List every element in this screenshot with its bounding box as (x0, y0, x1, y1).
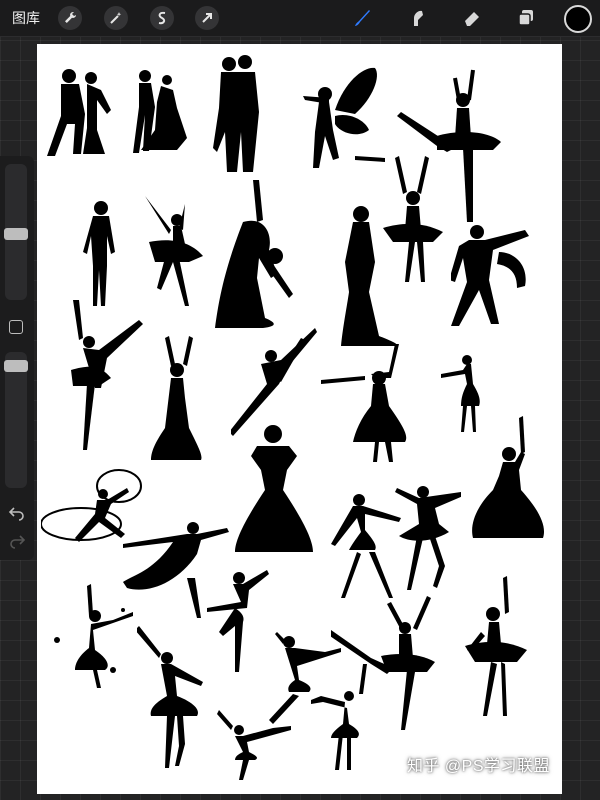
flamenco-dancer-silhouette (145, 334, 211, 462)
rising-ballerina-silhouette (137, 624, 217, 772)
ink-splash-ballerina-silhouette (51, 580, 133, 692)
bow-pose-silhouette (307, 664, 377, 774)
smudge-icon[interactable] (404, 4, 432, 32)
tutu-ballerina-silhouette (319, 344, 415, 464)
fairy-silhouette (295, 64, 391, 184)
embracing-couple-silhouette (207, 52, 267, 176)
ballerina-jump-silhouette (389, 476, 461, 594)
undo-arrow-icon[interactable] (8, 506, 26, 524)
couple-dance-silhouette (45, 66, 117, 158)
opacity-slider[interactable] (4, 352, 28, 488)
spanish-dress-dancer-silhouette (471, 414, 551, 548)
brush-size-handle[interactable] (4, 228, 28, 240)
split-leap-silhouette (231, 326, 317, 438)
small-jump-silhouette (217, 708, 291, 782)
redo-arrow-icon[interactable] (8, 534, 26, 552)
magic-wand-icon[interactable] (104, 6, 128, 30)
transform-arrow-icon[interactable] (195, 6, 219, 30)
watermark-text: 知乎 @PS学习联盟 (406, 758, 550, 775)
modify-square-icon[interactable] (9, 320, 23, 334)
wrench-icon[interactable] (58, 6, 82, 30)
left-sidebar (0, 156, 34, 560)
gallery-button[interactable]: 图库 (12, 8, 40, 28)
eraser-icon[interactable] (458, 4, 486, 32)
standing-woman-silhouette (81, 200, 121, 306)
opacity-handle[interactable] (4, 360, 28, 372)
top-toolbar: 图库 (0, 0, 600, 37)
ballroom-couple-silhouette (121, 68, 191, 156)
ball-gown-silhouette (233, 424, 315, 558)
ballerina-arms-up-silhouette (379, 154, 447, 286)
layers-icon[interactable] (512, 4, 540, 32)
brush-icon[interactable] (348, 4, 376, 32)
tutu-pose-silhouette (461, 574, 531, 720)
color-picker-button[interactable] (564, 5, 592, 33)
ballerina-leap-silhouette (67, 300, 147, 454)
backbend-dancer-silhouette (213, 178, 297, 332)
brush-size-slider[interactable] (4, 164, 28, 300)
drawing-canvas[interactable]: 知乎 @PS学习联盟 (37, 44, 562, 794)
selection-icon[interactable] (150, 6, 174, 30)
latin-couple-silhouette (451, 222, 535, 330)
ballerina-pirouette-silhouette (139, 194, 209, 310)
